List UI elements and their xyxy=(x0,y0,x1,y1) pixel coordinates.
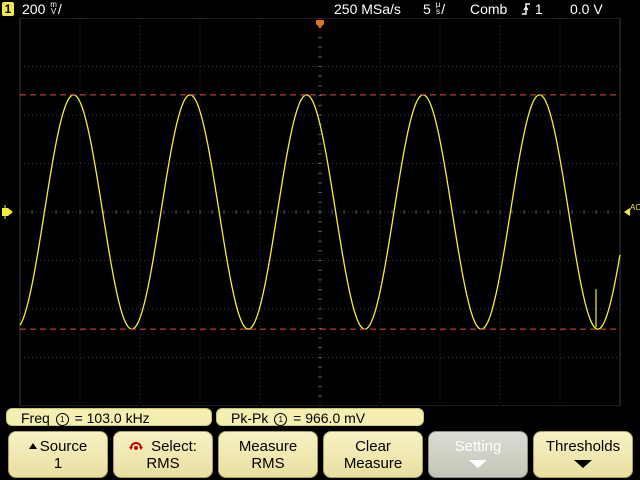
graticule: AC xyxy=(2,18,640,406)
channel-badge: 1 xyxy=(2,2,14,16)
arrow-down-icon xyxy=(574,460,592,468)
sample-rate: 250 MSa/s xyxy=(334,1,401,17)
time-scale: 5 µ s / xyxy=(423,0,446,18)
measurement-value: = 966.0 mV xyxy=(293,410,366,426)
trigger-info: 1 xyxy=(521,1,543,17)
select-softkey[interactable]: Select: RMS xyxy=(113,431,213,478)
arrow-up-icon xyxy=(28,443,37,449)
measure-rms-softkey[interactable]: Measure RMS xyxy=(218,431,318,478)
trigger-edge-icon xyxy=(522,3,530,15)
time-unit: µs xyxy=(435,0,441,16)
setting-softkey[interactable]: Setting xyxy=(428,431,528,478)
trigger-position-marker xyxy=(316,20,324,28)
volts-value: 200 xyxy=(22,1,46,17)
clear-measure-softkey[interactable]: Clear Measure xyxy=(323,431,423,478)
channel-circle-icon: 1 xyxy=(274,413,288,426)
trigger-level-label: AC xyxy=(630,203,640,212)
measurement-label: Pk-Pk xyxy=(231,410,269,426)
waveform-display[interactable]: AC xyxy=(0,18,640,406)
measurement-freq: Freq 1 = 103.0 kHz xyxy=(6,408,212,426)
arrow-down-icon xyxy=(469,460,487,468)
measurement-pkpk: Pk-Pk 1 = 966.0 mV xyxy=(216,408,424,426)
acquisition-mode: Comb xyxy=(470,1,508,17)
slash: / xyxy=(441,1,446,17)
volts-unit: mV xyxy=(50,0,57,16)
thresholds-softkey[interactable]: Thresholds xyxy=(533,431,633,478)
source-softkey[interactable]: Source 1 xyxy=(8,431,108,478)
trigger-level: 0.0 V xyxy=(570,1,603,17)
slash: / xyxy=(57,1,62,17)
trigger-source: 1 xyxy=(534,1,543,17)
time-value: 5 xyxy=(423,1,431,17)
entry-knob-icon xyxy=(129,442,144,450)
softkey-bar: Source 1 Select: RMS Measure RMS Clear M… xyxy=(0,429,640,480)
measurement-label: Freq xyxy=(21,410,50,426)
vertical-scale: 200 m V / xyxy=(22,0,62,18)
channel-circle-icon: 1 xyxy=(55,413,69,426)
channel-ground-marker xyxy=(2,208,13,216)
measurement-value: = 103.0 kHz xyxy=(74,410,150,426)
status-bar: 1 200 m V/ 250 MSa/s 5 µ s / Comb 1 0.0 V xyxy=(0,0,640,18)
